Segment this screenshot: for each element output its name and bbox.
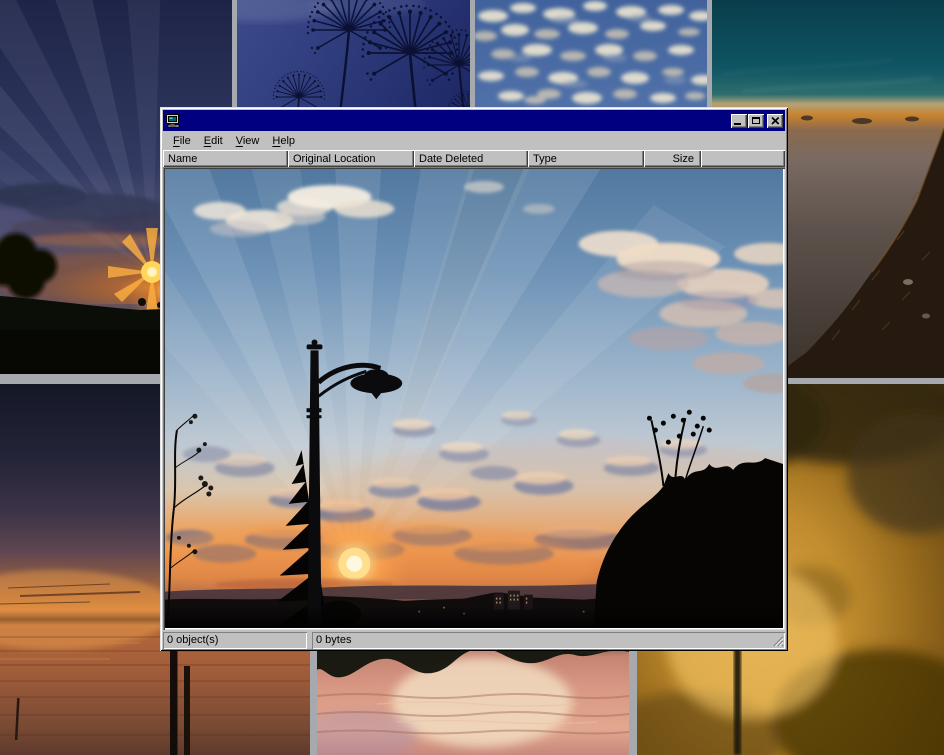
close-icon [771,117,780,125]
file-list-area[interactable] [163,167,785,630]
minimize-icon [734,123,741,125]
column-header-original-location[interactable]: Original Location [288,150,414,167]
resize-grip-icon [771,634,784,647]
minimize-button[interactable] [731,114,747,128]
maximize-button[interactable] [748,114,764,128]
column-header-blank[interactable] [701,150,785,167]
status-total-size: 0 bytes [312,632,785,649]
column-header-size[interactable]: Size [644,150,701,167]
window-titlebar[interactable] [163,110,785,131]
menu-help[interactable]: Help [270,134,297,148]
close-button[interactable] [767,114,783,128]
screen: { "desktop": { "wallpaper_photos": [ "su… [0,0,944,755]
column-headers: Name Original Location Date Deleted Type… [163,150,785,167]
menu-edit[interactable]: Edit [202,134,225,148]
sunset-streetlamp-photo [165,169,783,628]
maximize-icon [752,117,760,124]
column-header-name[interactable]: Name [163,150,288,167]
recycle-bin-window: File Edit View Help Name Original Locati… [160,107,788,651]
column-header-date-deleted[interactable]: Date Deleted [414,150,528,167]
menu-view[interactable]: View [234,134,262,148]
window-controls [730,114,783,128]
computer-icon [166,113,181,128]
status-bar: 0 object(s) 0 bytes [163,632,785,649]
resize-grip[interactable] [771,634,784,647]
menu-bar: File Edit View Help [163,131,785,150]
column-header-type[interactable]: Type [528,150,644,167]
status-object-count: 0 object(s) [163,632,307,649]
menu-file[interactable]: File [171,134,193,148]
